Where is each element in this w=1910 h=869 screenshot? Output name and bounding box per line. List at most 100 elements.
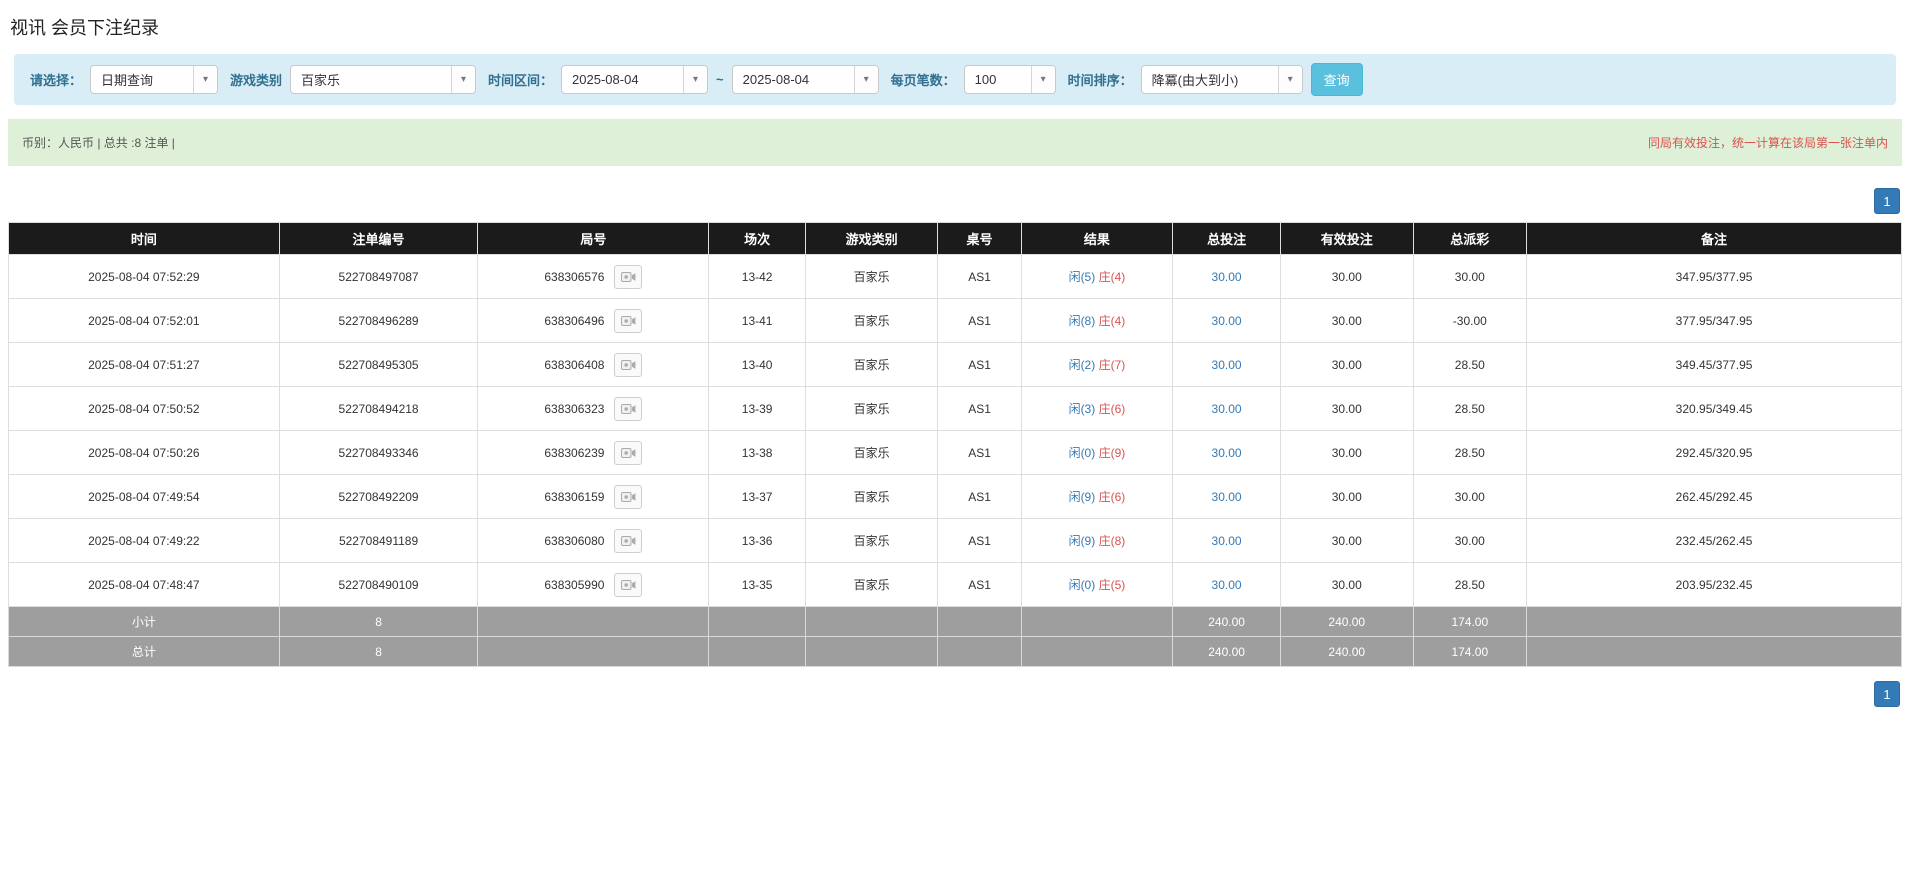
header-valid-bet: 有效投注 <box>1281 223 1414 255</box>
chevron-down-icon[interactable]: ▾ <box>683 66 707 93</box>
camera-icon <box>621 491 636 503</box>
result-cell: 闲(8) 庄(4) <box>1021 299 1172 343</box>
bet-id-cell: 522708497087 <box>279 255 478 299</box>
time-range-label: 时间区间： <box>488 70 553 89</box>
total-bet-link[interactable]: 30.00 <box>1212 490 1242 504</box>
session-cell: 13-39 <box>709 387 806 431</box>
banker-result: 庄(9) <box>1099 446 1126 460</box>
session-cell: 13-35 <box>709 563 806 607</box>
result-cell: 闲(2) 庄(7) <box>1021 343 1172 387</box>
player-result: 闲(8) <box>1069 314 1096 328</box>
total-bet-link[interactable]: 30.00 <box>1212 402 1242 416</box>
banker-result: 庄(4) <box>1099 314 1126 328</box>
subtotal-empty-cell <box>1527 607 1902 637</box>
total-bet-cell: 30.00 <box>1173 255 1281 299</box>
player-result: 闲(3) <box>1069 402 1096 416</box>
header-table-no: 桌号 <box>938 223 1021 255</box>
date-from-select[interactable]: 2025-08-04 ▾ <box>561 65 708 94</box>
game-type-cell: 百家乐 <box>805 519 938 563</box>
query-button[interactable]: 查询 <box>1311 63 1363 96</box>
bet-id-cell: 522708495305 <box>279 343 478 387</box>
page-1-button[interactable]: 1 <box>1874 681 1900 707</box>
page-title: 视讯 会员下注纪录 <box>10 14 1900 40</box>
game-type-select[interactable]: 百家乐 ▾ <box>290 65 476 94</box>
table-no-cell: AS1 <box>938 431 1021 475</box>
note-cell: 203.95/232.45 <box>1527 563 1902 607</box>
date-to-select[interactable]: 2025-08-04 ▾ <box>732 65 879 94</box>
session-cell: 13-40 <box>709 343 806 387</box>
video-preview-button[interactable] <box>614 353 642 377</box>
chevron-down-icon[interactable]: ▾ <box>854 66 878 93</box>
round-number: 638306576 <box>544 270 604 284</box>
player-result: 闲(2) <box>1069 358 1096 372</box>
header-result: 结果 <box>1021 223 1172 255</box>
time-cell: 2025-08-04 07:48:47 <box>9 563 280 607</box>
chevron-down-icon[interactable]: ▾ <box>451 66 475 93</box>
player-result: 闲(0) <box>1069 446 1096 460</box>
player-result: 闲(5) <box>1069 270 1096 284</box>
video-preview-button[interactable] <box>614 397 642 421</box>
video-preview-button[interactable] <box>614 441 642 465</box>
banker-result: 庄(8) <box>1099 534 1126 548</box>
video-preview-button[interactable] <box>614 529 642 553</box>
total-bet-link[interactable]: 30.00 <box>1212 270 1242 284</box>
note-cell: 262.45/292.45 <box>1527 475 1902 519</box>
round-cell: 638306496 <box>478 299 709 343</box>
total-count: 8 <box>279 637 478 667</box>
subtotal-valid-bet: 240.00 <box>1281 607 1414 637</box>
banker-result: 庄(6) <box>1099 402 1126 416</box>
sort-order-select[interactable]: 降冪(由大到小) ▾ <box>1141 65 1303 94</box>
date-to-value: 2025-08-04 <box>733 66 854 93</box>
chevron-down-icon[interactable]: ▾ <box>1031 66 1055 93</box>
page-1-button[interactable]: 1 <box>1874 188 1900 214</box>
table-no-cell: AS1 <box>938 563 1021 607</box>
round-wrap: 638306323 <box>544 397 642 421</box>
total-bet-cell: 30.00 <box>1173 431 1281 475</box>
subtotal-count: 8 <box>279 607 478 637</box>
total-bet-link[interactable]: 30.00 <box>1212 358 1242 372</box>
total-bet-link[interactable]: 30.00 <box>1212 534 1242 548</box>
valid-bet-cell: 30.00 <box>1281 563 1414 607</box>
round-number: 638306159 <box>544 490 604 504</box>
query-type-value: 日期查询 <box>91 66 193 93</box>
payout-cell: -30.00 <box>1413 299 1527 343</box>
video-preview-button[interactable] <box>614 265 642 289</box>
banker-result: 庄(7) <box>1099 358 1126 372</box>
round-wrap: 638305990 <box>544 573 642 597</box>
page-size-value: 100 <box>965 66 1031 93</box>
filter-bar: 请选择： 日期查询 ▾ 游戏类别 百家乐 ▾ 时间区间： 2025-08-04 … <box>14 54 1896 105</box>
valid-bet-cell: 30.00 <box>1281 299 1414 343</box>
round-number: 638306408 <box>544 358 604 372</box>
camera-icon <box>621 403 636 415</box>
chevron-down-icon[interactable]: ▾ <box>1278 66 1302 93</box>
game-type-cell: 百家乐 <box>805 431 938 475</box>
player-result: 闲(0) <box>1069 578 1096 592</box>
total-bet-link[interactable]: 30.00 <box>1212 314 1242 328</box>
subtotal-empty-cell <box>1021 607 1172 637</box>
page-size-select[interactable]: 100 ▾ <box>964 65 1056 94</box>
video-preview-button[interactable] <box>614 485 642 509</box>
round-wrap: 638306239 <box>544 441 642 465</box>
player-result: 闲(9) <box>1069 534 1096 548</box>
banker-result: 庄(5) <box>1099 578 1126 592</box>
session-cell: 13-42 <box>709 255 806 299</box>
video-preview-button[interactable] <box>614 573 642 597</box>
session-cell: 13-37 <box>709 475 806 519</box>
time-cell: 2025-08-04 07:49:54 <box>9 475 280 519</box>
summary-bar: 币别：人民币 | 总共 :8 注单 | 同局有效投注，统一计算在该局第一张注单内 <box>8 119 1902 166</box>
table-no-cell: AS1 <box>938 519 1021 563</box>
table-row: 2025-08-04 07:49:54522708492209638306159… <box>9 475 1902 519</box>
session-cell: 13-36 <box>709 519 806 563</box>
page: 视讯 会员下注纪录 请选择： 日期查询 ▾ 游戏类别 百家乐 ▾ 时间区间： 2… <box>0 0 1910 731</box>
valid-bet-cell: 30.00 <box>1281 475 1414 519</box>
chevron-down-icon[interactable]: ▾ <box>193 66 217 93</box>
valid-bet-cell: 30.00 <box>1281 255 1414 299</box>
table-no-cell: AS1 <box>938 299 1021 343</box>
query-type-select[interactable]: 日期查询 ▾ <box>90 65 218 94</box>
sort-order-value: 降冪(由大到小) <box>1142 66 1278 93</box>
session-cell: 13-41 <box>709 299 806 343</box>
video-preview-button[interactable] <box>614 309 642 333</box>
total-bet-link[interactable]: 30.00 <box>1212 578 1242 592</box>
result-cell: 闲(3) 庄(6) <box>1021 387 1172 431</box>
total-bet-link[interactable]: 30.00 <box>1212 446 1242 460</box>
